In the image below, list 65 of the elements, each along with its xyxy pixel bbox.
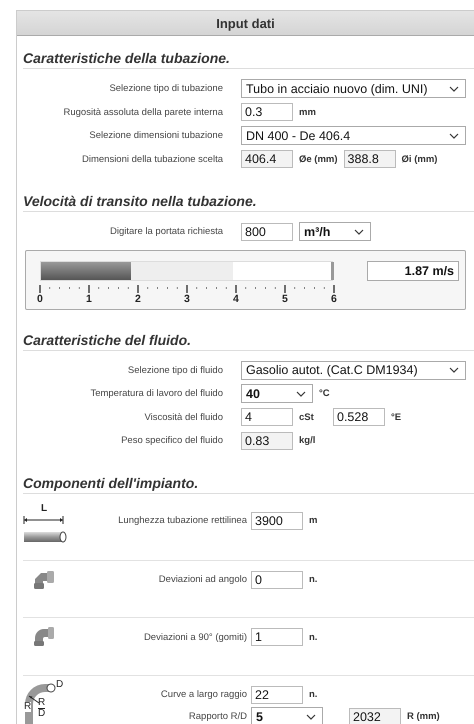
input-field[interactable]: 3900 (251, 512, 303, 530)
unit-label: m (309, 515, 318, 526)
field-label: Digitare la portata richiesta (109, 226, 223, 238)
unit-label: cSt (299, 412, 315, 423)
field-label: Temperatura di lavoro del fluido (89, 388, 223, 400)
chevron-icon (449, 86, 459, 92)
velocity-reading: 1.87 m/s (367, 260, 459, 280)
input-field[interactable]: 22 (251, 686, 303, 704)
unit-label: n. (309, 574, 318, 585)
unit-label: n. (309, 632, 318, 642)
scale-label: 5 (282, 292, 288, 304)
length-label: L (41, 502, 48, 514)
unit-label: °C (319, 388, 331, 400)
chevron-icon (296, 390, 306, 397)
unit-label: n. (309, 689, 318, 700)
scale-label: 6 (331, 292, 337, 304)
input-field[interactable]: 1 (251, 628, 303, 646)
section-title: Caratteristiche della tubazione. (23, 50, 474, 69)
section-title: Velocità di transito nella tubazione. (23, 193, 474, 212)
unit-label: kg/l (299, 435, 316, 446)
dropdown[interactable]: Tubo in acciaio nuovo (dim. UNI) (241, 79, 466, 98)
scale-label: 0 (37, 292, 43, 304)
input-field[interactable]: 800 (241, 222, 293, 241)
input-field[interactable]: 0 (251, 570, 303, 588)
pipe-fitting-icon (33, 568, 55, 588)
dropdown[interactable]: m³/h (299, 222, 371, 242)
pipe-elbow-icon (33, 626, 55, 646)
input-field[interactable]: 0.3 (241, 103, 293, 122)
field-label: Rugosità assoluta della parete interna (62, 106, 223, 118)
ratio-fraction: R D (38, 698, 46, 718)
dropdown[interactable]: DN 400 - De 406.4 (241, 126, 466, 146)
unit-label: Øi (mm) (402, 154, 438, 165)
section-title: Componenti dell'impianto. (23, 474, 474, 494)
field-label: Deviazioni a 90° (gomiti) (142, 632, 247, 642)
field-label: Rapporto R/D (188, 711, 247, 722)
scale-label: 3 (184, 292, 190, 304)
unit-label: °E (391, 412, 402, 423)
radius-label: R (24, 702, 32, 712)
scale-label: 2 (135, 292, 141, 304)
field-label: Viscosità del fluido (143, 412, 223, 423)
field-label: Selezione tipo di fluido (126, 364, 223, 376)
field-label: Selezione tipo di tubazione (108, 83, 223, 94)
chevron-icon (449, 132, 459, 139)
unit-label: R (mm) (407, 711, 440, 722)
scale-label: 1 (86, 292, 92, 304)
field-label: Peso specifico del fluido (120, 435, 223, 446)
dropdown[interactable]: 40 (241, 384, 313, 404)
dropdown[interactable]: Gasolio autot. (Cat.C DM1934) (241, 360, 466, 380)
field-label: Deviazioni ad angolo (158, 574, 247, 585)
scale-label: 4 (233, 292, 239, 304)
dropdown[interactable]: 5 (251, 707, 323, 724)
chevron-icon (354, 228, 364, 235)
chevron-icon (306, 714, 316, 720)
chevron-icon (449, 367, 459, 374)
unit-label: mm (299, 106, 317, 118)
field-label: Selezione dimensioni tubazione (88, 130, 223, 142)
input-field[interactable]: 4 (241, 408, 293, 426)
field-label: Dimensioni della tubazione scelta (81, 154, 223, 165)
section-title: Caratteristiche del fluido. (23, 332, 474, 350)
field-label: Curve a largo raggio (160, 689, 247, 700)
panel-title: Input dati (216, 16, 275, 30)
unit-label: Øe (mm) (299, 154, 338, 165)
input-field[interactable]: 0.528 (333, 408, 385, 426)
diameter-label: D (56, 678, 64, 690)
field-label: Lunghezza tubazione rettilinea (117, 515, 247, 526)
